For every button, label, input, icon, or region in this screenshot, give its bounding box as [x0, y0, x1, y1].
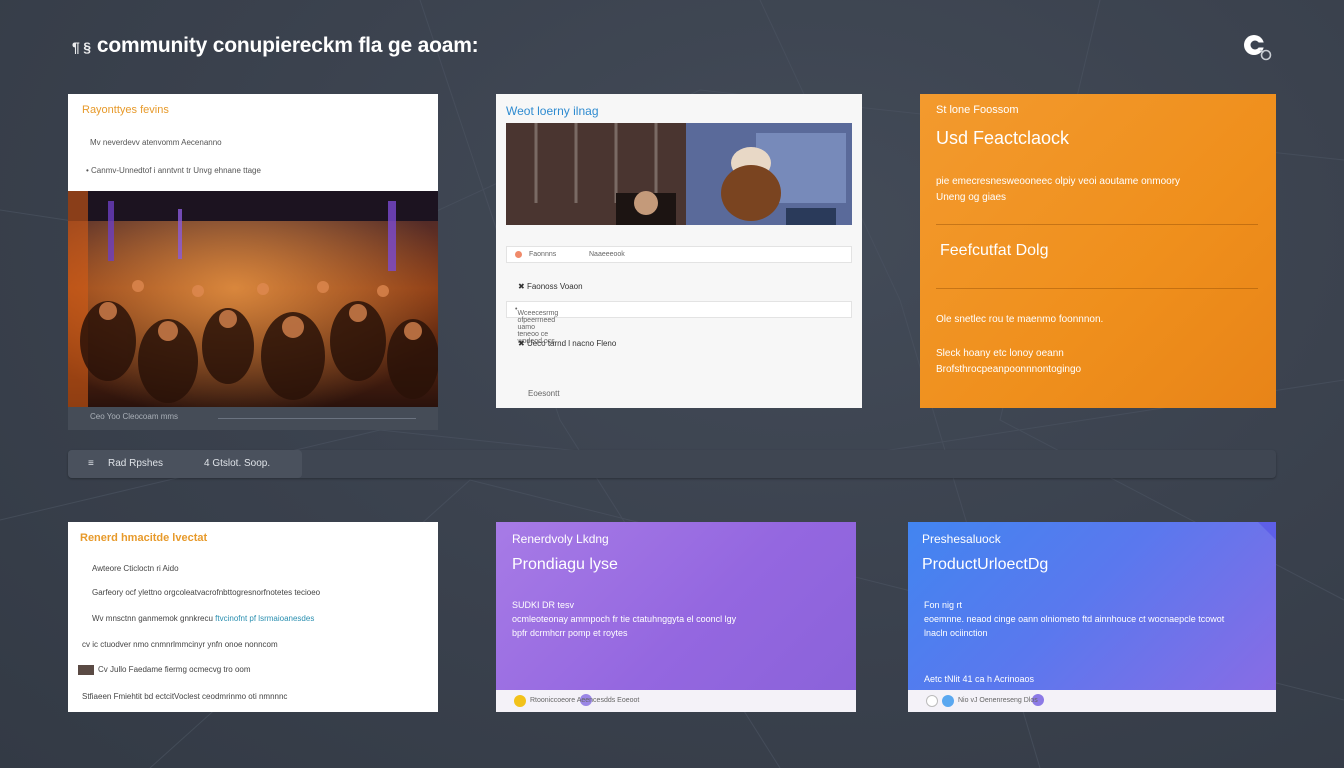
- card-description: Brofsthrocpeanpoonnnontogingo: [936, 364, 1082, 375]
- card-kicker: Renerdvoly Lkdng: [512, 532, 609, 546]
- form-row-value: Naaeeeook: [589, 251, 625, 258]
- card-footer: Eoesontt: [528, 389, 560, 398]
- workspace-photo: [506, 123, 852, 225]
- page-title-text: community conupiereckm fla ge aoam:: [96, 34, 479, 57]
- card-subtitle: Feefcutfat Dolg: [940, 242, 1049, 259]
- card-caption: Ceo Yoo Cleocoam mms: [90, 412, 179, 421]
- card-divider: [936, 224, 1258, 225]
- list-item: Stfiaeen Fmiehtit bd ectcitVoclest ceodm…: [82, 692, 288, 701]
- card-footer-bar: Nio vJ Oenenreseng Dlos: [908, 690, 1276, 712]
- feature-card-blue[interactable]: Preshesaluock ProductUrloectDg Fon nig r…: [908, 522, 1276, 712]
- card-description: ocmleoteonay ammpoch fr tie ctatuhnggyta…: [512, 614, 737, 624]
- card-kicker: Weot loerny ilnag: [506, 104, 599, 118]
- card-corner-flag: [1258, 522, 1276, 540]
- form-input-value: • Wceecesrmg ofpeerrneed uamo teneoo ce …: [515, 306, 559, 345]
- card-footer-bar: Rtooniccoeore Aeencesdds Eoeoot: [496, 690, 856, 712]
- avatar: [942, 695, 954, 709]
- caption-divider: [218, 418, 416, 419]
- list-item: Cv Jullo Faedame fiermg ocmecvg tro oom: [78, 665, 251, 675]
- form-label: ✖ Ueco tarnd l nacno Fleno: [518, 339, 617, 348]
- title-glyphs: ¶ §: [72, 39, 91, 55]
- list-item: Garfeory ocf ylettno orgcoleatvacrofnbtt…: [92, 588, 321, 597]
- search-icon[interactable]: [1238, 30, 1278, 66]
- page-title: ¶ § community conupiereckm fla ge aoam:: [72, 34, 479, 58]
- avatar: [514, 695, 526, 709]
- card-divider: [936, 288, 1258, 289]
- card-kicker: St lone Foossom: [936, 104, 1019, 116]
- card-footer-text: Nio vJ Oenenreseng Dlos: [958, 697, 1038, 704]
- card-description: pie emecresnesweooneec olpiy veoi aoutam…: [936, 176, 1181, 187]
- list-item-link[interactable]: ftvcinofnt pf lsrmaioanesdes: [215, 614, 314, 623]
- form-row[interactable]: Faonnns Naaeeeook: [506, 246, 852, 263]
- card-meta: SUDKI DR tesv: [512, 600, 575, 610]
- form-input[interactable]: • Wceecesrmg ofpeerrneed uamo teneoo ce …: [506, 301, 852, 345]
- list-item: Wv mnsctnn ganmemok gnnkrecu ftvcinofnt …: [92, 614, 314, 623]
- card-kicker: Rayonttyes fevins: [82, 104, 169, 116]
- card-text-line: Mv neverdevv atenvomm Aecenanno: [90, 138, 222, 147]
- card-description: lnacln ociinction: [924, 628, 988, 638]
- card-description: Sleck hoany etc lonoy oeann: [936, 348, 1064, 359]
- feature-card-purple[interactable]: Renerdvoly Lkdng Prondiagu lyse SUDKI DR…: [496, 522, 856, 712]
- list-card[interactable]: Renerd hmacitde lvectat Awteore Cticloct…: [68, 522, 438, 712]
- thumbnail-icon: [78, 665, 94, 675]
- card-description: Uneng og giaes: [936, 192, 1007, 203]
- status-dot: [515, 251, 522, 260]
- card-caption-bar: Ceo Yoo Cleocoam mms: [68, 407, 438, 430]
- list-item-text: Wv mnsctnn ganmemok gnnkrecu: [92, 614, 213, 623]
- card-text-line-content: Canmv-Unnedtof i anntvnt tr Unvg ehnane …: [91, 166, 261, 175]
- card-footer-text: Rtooniccoeore Aeencesdds Eoeoot: [530, 697, 640, 704]
- list-item: Awteore Cticloctn ri Aido: [92, 564, 179, 573]
- menu-icon: ≡: [88, 458, 94, 469]
- card-text-line: • Canmv-Unnedtof i anntvnt tr Unvg ehnan…: [86, 166, 261, 175]
- filter-toolbar: ≡ Rad Rpshes 4 Gtslot. Soop.: [68, 450, 1276, 478]
- card-title: ProductUrloectDg: [922, 556, 1049, 573]
- form-label: ✖ Faonoss Voaon: [518, 282, 583, 291]
- list-item-text: Cv Jullo Faedame fiermg ocmecvg tro oom: [98, 665, 251, 675]
- card-kicker: Renerd hmacitde lvectat: [80, 532, 208, 544]
- card-kicker: Preshesaluock: [922, 532, 1001, 546]
- form-row-field: Faonnns: [529, 251, 557, 258]
- form-label-text: Ueco tarnd l nacno Fleno: [526, 339, 617, 348]
- card-description: bpfr dcrmhcrr pomp et roytes: [512, 628, 628, 638]
- form-label-text: Faonoss Voaon: [526, 282, 583, 291]
- card-tag: Aetc tNlit 41 ca h Acrinoaos: [924, 674, 1035, 684]
- card-description: eoemnne. neaod cinge oann olniometo ftd …: [924, 614, 1225, 624]
- card-description: Ole snetlec rou te maenmo foonnnon.: [936, 314, 1104, 325]
- filter-count: 4 Gtslot. Soop.: [204, 458, 271, 469]
- feature-card-orange[interactable]: St lone Foossom Usd Feactclaock pie emec…: [920, 94, 1276, 408]
- card-meta: Fon nig rt: [924, 600, 963, 610]
- event-card[interactable]: Rayonttyes fevins Mv neverdevv atenvomm …: [68, 94, 438, 430]
- filter-label: Rad Rpshes: [108, 458, 164, 469]
- card-title: Usd Feactclaock: [936, 128, 1070, 148]
- avatar: [926, 695, 938, 709]
- filter-segment[interactable]: ≡ Rad Rpshes 4 Gtslot. Soop.: [68, 450, 302, 478]
- list-item: cv ic ctuodver nmo cnmnrlmmcinyr ynfn on…: [82, 640, 278, 649]
- concert-crowd-photo: [68, 191, 438, 407]
- form-card[interactable]: Weot loerny ilnag Faonnns Naaeeeook ✖ Fa…: [496, 94, 862, 408]
- card-title: Prondiagu lyse: [512, 556, 618, 573]
